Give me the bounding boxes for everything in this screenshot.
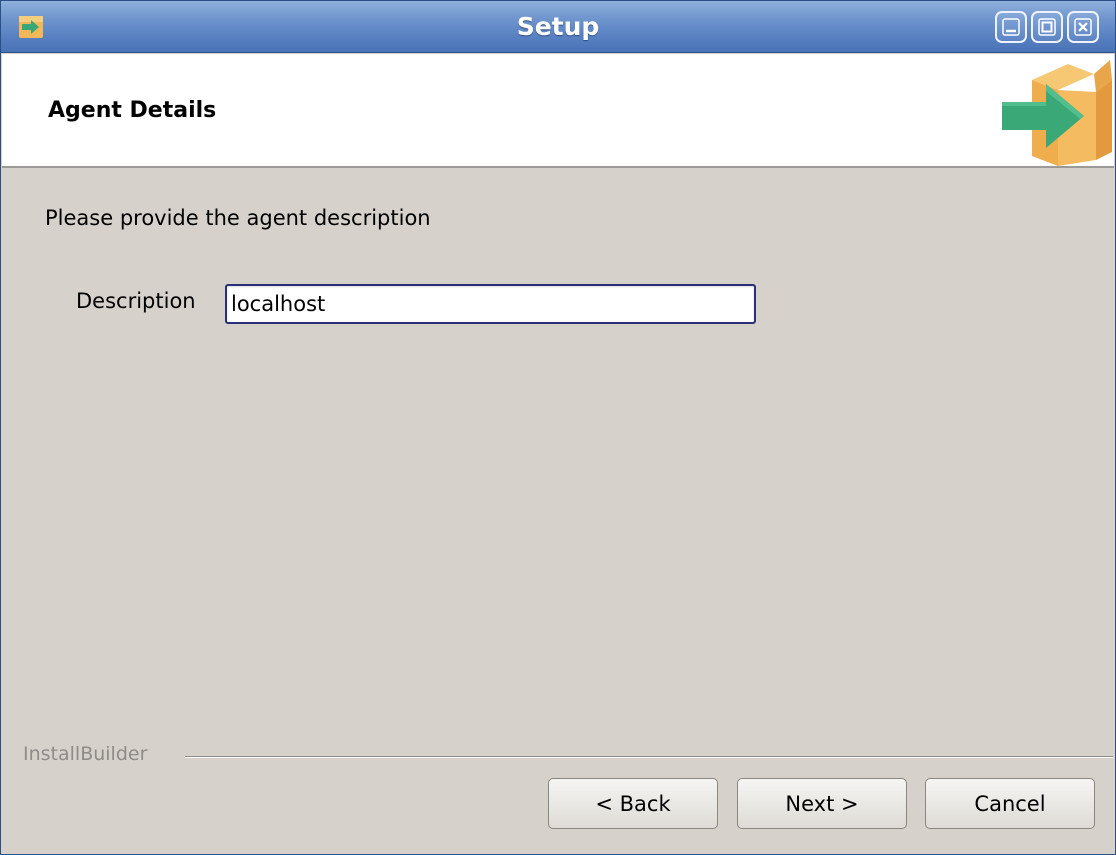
description-input[interactable] bbox=[225, 284, 756, 324]
page-title: Agent Details bbox=[48, 98, 217, 123]
title-bar[interactable]: Setup bbox=[1, 1, 1115, 53]
installbuilder-brand: InstallBuilder bbox=[23, 743, 148, 765]
maximize-button[interactable] bbox=[1031, 11, 1063, 43]
next-button[interactable]: Next > bbox=[737, 778, 907, 829]
minimize-button[interactable] bbox=[995, 11, 1027, 43]
window-title: Setup bbox=[516, 12, 600, 41]
back-button[interactable]: < Back bbox=[548, 778, 718, 829]
page-header: Agent Details bbox=[2, 54, 1114, 168]
close-button[interactable] bbox=[1067, 11, 1099, 43]
close-icon bbox=[1074, 18, 1092, 36]
instructions-text: Please provide the agent description bbox=[45, 206, 431, 230]
maximize-icon bbox=[1038, 18, 1056, 36]
footer-divider bbox=[185, 756, 1113, 758]
minimize-icon bbox=[1002, 18, 1020, 36]
description-label: Description bbox=[76, 289, 196, 313]
installer-box-arrow-icon bbox=[996, 56, 1114, 168]
cancel-button[interactable]: Cancel bbox=[925, 778, 1095, 829]
setup-window: Setup Agent Details Please provide the a… bbox=[0, 0, 1116, 855]
